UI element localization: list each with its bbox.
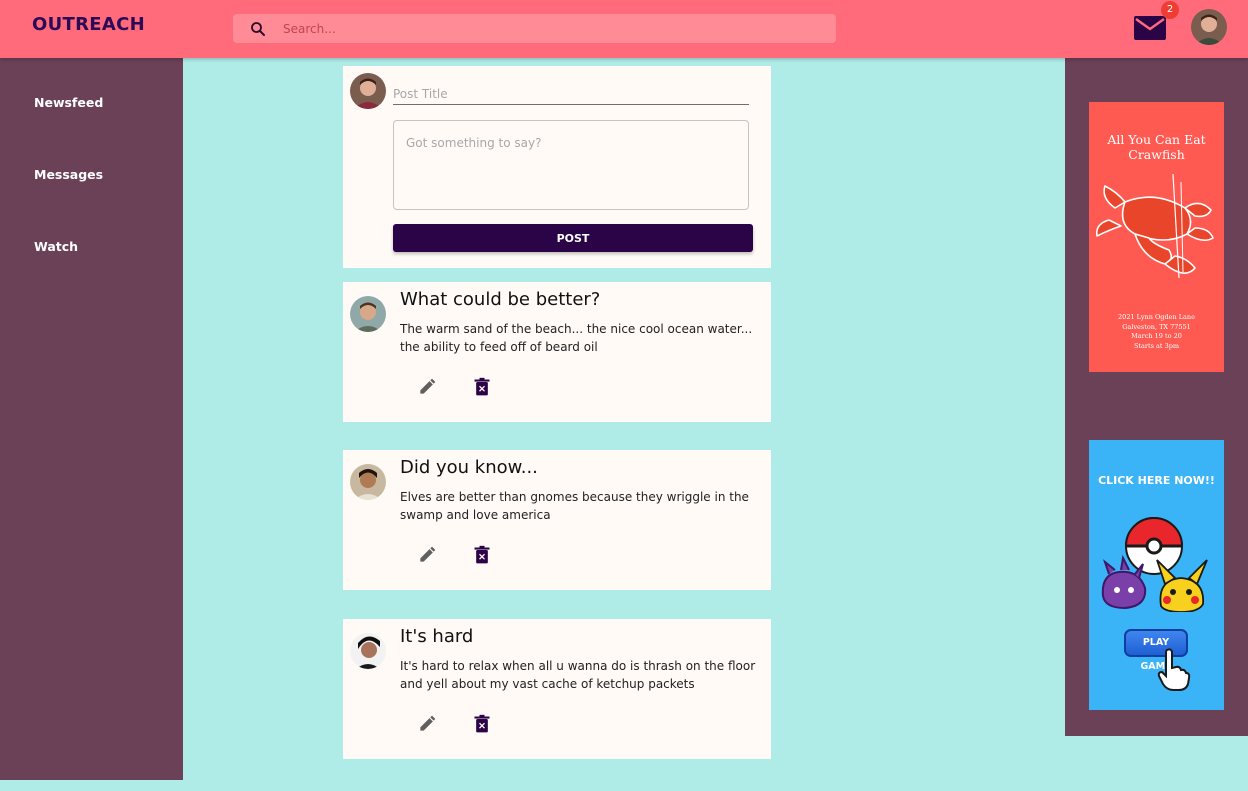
- sidebar-item-watch[interactable]: Watch: [34, 239, 78, 254]
- ad-address-line: 2021 Lynn Ogden Lane: [1118, 313, 1195, 321]
- user-avatar[interactable]: [1191, 9, 1227, 45]
- search-icon: [251, 22, 265, 36]
- ad-address-line: March 19 to 20: [1131, 332, 1182, 340]
- sidebar-nav: Newsfeed Messages Watch: [0, 58, 183, 780]
- composer-avatar: [350, 73, 386, 109]
- post-author-avatar: [350, 296, 386, 332]
- top-app-bar: OUTREACH 2: [0, 0, 1248, 58]
- delete-icon[interactable]: [473, 377, 491, 397]
- ad-address-line: Galveston, TX 77551: [1122, 322, 1191, 331]
- crawfish-illustration: [1095, 173, 1214, 279]
- search-bar[interactable]: [233, 14, 836, 43]
- sidebar-item-newsfeed[interactable]: Newsfeed: [34, 95, 103, 110]
- delete-icon[interactable]: [473, 714, 491, 734]
- post-composer: POST: [343, 66, 771, 268]
- post-author-avatar: [350, 464, 386, 500]
- ad-column: All You Can Eat Crawfish 2021 Lynn Ogden…: [1065, 58, 1248, 736]
- edit-icon[interactable]: [417, 545, 437, 565]
- ad-address: 2021 Lynn Ogden Lane Galveston, TX 77551…: [1089, 313, 1224, 351]
- ad-address-line: Starts at 3pm: [1133, 341, 1180, 350]
- post-body: Elves are better than gnomes because the…: [400, 490, 749, 522]
- game-ad[interactable]: CLICK HERE NOW!! PLAY GAME: [1089, 440, 1224, 710]
- mail-icon[interactable]: [1133, 14, 1167, 42]
- edit-icon[interactable]: [417, 377, 437, 397]
- post-title: It's hard: [400, 626, 474, 647]
- post-body: It's hard to relax when all u wanna do i…: [400, 659, 756, 691]
- post-card: It's hard It's hard to relax when all u …: [343, 619, 771, 759]
- crawfish-ad[interactable]: All You Can Eat Crawfish 2021 Lynn Ogden…: [1089, 102, 1224, 372]
- pointer-hand-icon: [1157, 648, 1191, 691]
- edit-icon[interactable]: [417, 714, 437, 734]
- sidebar-item-messages[interactable]: Messages: [34, 167, 103, 182]
- game-characters-illustration: [1101, 517, 1208, 612]
- post-body-textarea[interactable]: [393, 120, 749, 210]
- ad-title: All You Can Eat Crawfish: [1107, 132, 1206, 162]
- app-logo[interactable]: OUTREACH: [32, 14, 145, 35]
- ad-cta-text: CLICK HERE NOW!!: [1098, 474, 1215, 487]
- post-card: Did you know... Elves are better than gn…: [343, 450, 771, 590]
- search-input[interactable]: [283, 14, 823, 43]
- post-title-input[interactable]: [393, 83, 749, 105]
- post-button[interactable]: POST: [393, 224, 753, 252]
- post-card: What could be better? The warm sand of t…: [343, 282, 771, 422]
- post-title: What could be better?: [400, 289, 601, 310]
- post-author-avatar: [350, 633, 386, 669]
- delete-icon[interactable]: [473, 545, 491, 565]
- notification-badge: 2: [1161, 1, 1179, 19]
- post-title: Did you know...: [400, 457, 538, 478]
- post-body: The warm sand of the beach... the nice c…: [400, 322, 753, 354]
